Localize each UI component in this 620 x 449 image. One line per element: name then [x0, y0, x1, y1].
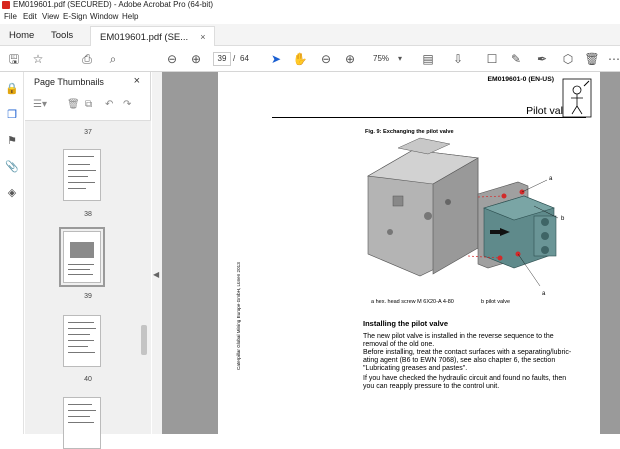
- left-rail: 🔒 ❐ ⚑ 📎 ◈: [0, 72, 24, 434]
- figure-caption: Fig. 9: Exchanging the pilot valve: [365, 129, 454, 135]
- print-icon[interactable]: ⎙: [79, 51, 95, 67]
- legend-a: a hex. head screw M 6X20-A 4-80: [371, 299, 454, 305]
- next-page-icon[interactable]: ⊕: [188, 51, 204, 67]
- sign-icon[interactable]: ✒: [534, 51, 550, 67]
- lock-icon[interactable]: 🔒: [5, 82, 19, 96]
- menu-edit[interactable]: Edit: [23, 11, 37, 23]
- options-menu-icon[interactable]: ☰▾: [33, 99, 47, 110]
- chevron-down-icon[interactable]: ▾: [392, 51, 408, 67]
- page-total: 64: [240, 54, 249, 63]
- scroll-mode-icon[interactable]: ⇩: [450, 51, 466, 67]
- zoom-in-icon[interactable]: ⊕: [342, 51, 358, 67]
- header-rule: [272, 117, 586, 118]
- thumbnail-page-41[interactable]: [63, 397, 101, 449]
- pilot-valve-figure: [367, 137, 559, 287]
- tab-document[interactable]: EM019601.pdf (SE... ×: [90, 26, 216, 46]
- panel-title: Page Thumbnails: [34, 77, 104, 87]
- menu-view[interactable]: View: [42, 11, 59, 23]
- callout-a-bottom: a: [542, 291, 546, 297]
- hand-tool-icon[interactable]: ✋: [292, 51, 308, 67]
- comment-icon[interactable]: ☐: [484, 51, 500, 67]
- scrollbar-thumb[interactable]: [141, 325, 147, 355]
- attachments-icon[interactable]: 📎: [5, 160, 19, 174]
- page-separator: /: [233, 54, 236, 63]
- tab-tools[interactable]: Tools: [42, 26, 82, 46]
- bookmarks-icon[interactable]: ⚑: [5, 134, 19, 148]
- delete-page-icon[interactable]: 🗑: [67, 99, 80, 110]
- extract-page-icon[interactable]: ⧉: [85, 99, 92, 110]
- menu-window[interactable]: Window: [90, 11, 118, 23]
- pdf-page: EM019601-0 (EN-US) Pilot valve Fig. 9: E…: [218, 72, 600, 434]
- tab-home[interactable]: Home: [0, 26, 43, 46]
- legend-b: b pilot valve: [481, 299, 511, 305]
- save-icon[interactable]: 🖫: [6, 51, 22, 67]
- callout-a-top: a: [549, 176, 553, 182]
- stamp-icon[interactable]: ⬡: [560, 51, 576, 67]
- callout-b: b: [561, 216, 565, 222]
- prev-page-icon[interactable]: ⊖: [164, 51, 180, 67]
- layers-icon[interactable]: ◈: [5, 186, 19, 200]
- side-copyright: Caterpillar Global Mining Europe GmbH, L…: [236, 262, 241, 370]
- document-view[interactable]: EM019601-0 (EN-US) Pilot valve Fig. 9: E…: [162, 72, 620, 434]
- bookmark-star-icon[interactable]: ☆: [30, 51, 46, 67]
- menu-help[interactable]: Help: [122, 11, 138, 23]
- menu-file[interactable]: File: [4, 11, 17, 23]
- menu-bar: File Edit View E-Sign Window Help: [0, 11, 620, 23]
- thumb-label-37: 37: [84, 129, 92, 136]
- redo-icon[interactable]: ↷: [123, 99, 131, 110]
- toolbar: 🖫 ☆ ⎙ ⌕ ⊖ ⊕ 39 / 64 ➤ ✋ ⊖ ⊕ 75% ▾ ▤ ⇩ ☐ …: [0, 46, 620, 72]
- page-number-input[interactable]: 39: [213, 52, 231, 66]
- window-title: EM019601.pdf (SECURED) - Adobe Acrobat P…: [13, 0, 214, 9]
- doc-id: EM019601-0 (EN-US): [487, 76, 554, 83]
- panel-close-icon[interactable]: ×: [134, 75, 140, 87]
- maintenance-pictogram-icon: [562, 78, 592, 118]
- thumb-label-40: 40: [84, 376, 92, 383]
- thumbnails-panel: Page Thumbnails × ☰▾ 🗑 ⧉ ↶ ↷ 37 38 39 40: [25, 72, 151, 449]
- zoom-out-icon[interactable]: ⊖: [318, 51, 334, 67]
- delete-icon[interactable]: 🗑: [584, 51, 600, 67]
- section-heading: Installing the pilot valve: [363, 319, 449, 328]
- collapse-arrow-icon: ◀: [153, 270, 160, 279]
- tab-close-icon[interactable]: ×: [200, 32, 205, 42]
- zoom-level[interactable]: 75%: [373, 52, 389, 66]
- thumbnail-page-39[interactable]: [59, 227, 105, 287]
- page-display-icon[interactable]: ▤: [420, 51, 436, 67]
- install-paragraph-2: If you have checked the hydraulic circui…: [363, 375, 567, 390]
- tab-document-label: EM019601.pdf (SE...: [100, 32, 189, 43]
- undo-icon[interactable]: ↶: [105, 99, 113, 110]
- tab-bar: Home Tools EM019601.pdf (SE... ×: [0, 24, 620, 46]
- more-tools-icon[interactable]: ⋯: [606, 51, 620, 67]
- menu-esign[interactable]: E-Sign: [63, 11, 87, 23]
- title-bar: EM019601.pdf (SECURED) - Adobe Acrobat P…: [0, 0, 620, 10]
- thumbnail-page-38[interactable]: [63, 149, 101, 201]
- thumbnail-list[interactable]: 37 38 39 40: [25, 120, 151, 449]
- panel-collapse-handle[interactable]: ◀: [152, 72, 162, 434]
- page-thumbnails-icon[interactable]: ❐: [5, 108, 19, 122]
- thumbnail-page-40[interactable]: [63, 315, 101, 367]
- install-paragraph-1: The new pilot valve is installed in the …: [363, 333, 572, 372]
- thumb-label-39: 39: [84, 293, 92, 300]
- acrobat-logo-icon: [2, 1, 10, 9]
- thumb-label-38: 38: [84, 211, 92, 218]
- highlight-icon[interactable]: ✎: [508, 51, 524, 67]
- select-cursor-icon[interactable]: ➤: [268, 51, 284, 67]
- search-icon[interactable]: ⌕: [105, 51, 121, 67]
- thumbnail-scrollbar[interactable]: [140, 122, 148, 434]
